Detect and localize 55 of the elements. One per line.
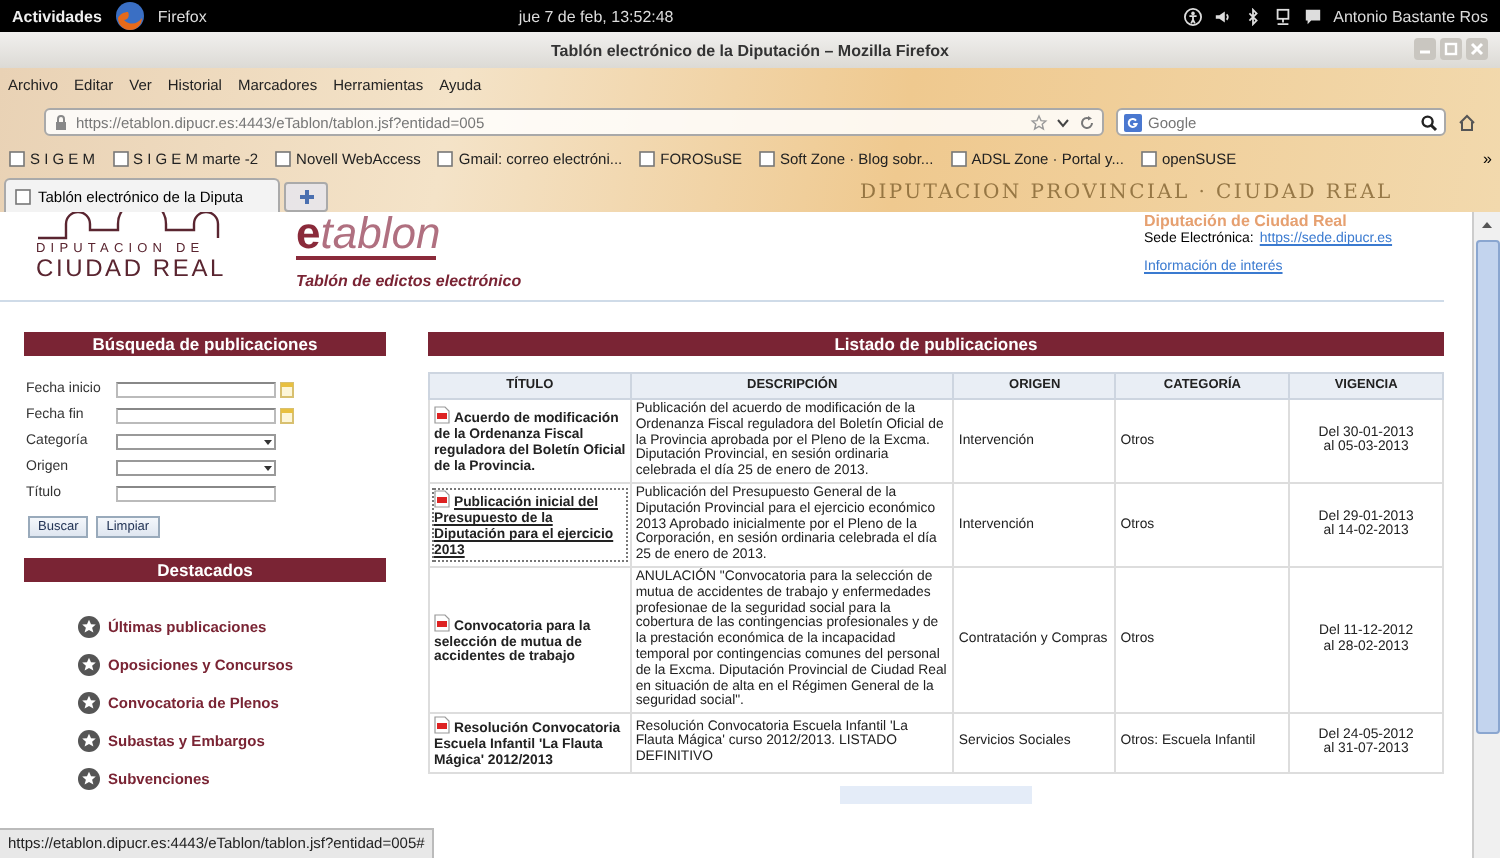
- page-icon: [111, 150, 130, 169]
- star-outline-icon[interactable]: [1030, 113, 1048, 132]
- page-icon: [757, 150, 776, 169]
- date-field[interactable]: [116, 407, 276, 423]
- section-header: Destacados: [24, 558, 386, 582]
- new-tab-button[interactable]: [284, 182, 328, 212]
- plus-icon: [297, 188, 315, 206]
- chat-bubble-icon[interactable]: [1303, 7, 1322, 25]
- app-name[interactable]: Firefox: [157, 7, 207, 25]
- home-icon[interactable]: [1458, 113, 1476, 132]
- pdf-file-icon: [434, 613, 450, 632]
- bluetooth-icon[interactable]: [1243, 7, 1262, 25]
- brand-subtitle: Tablón de edictos electrónico: [296, 272, 522, 290]
- section-header: Listado de publicaciones: [428, 332, 1444, 356]
- reload-icon[interactable]: [1078, 113, 1096, 132]
- section-header: Búsqueda de publicaciones: [24, 332, 386, 356]
- dropdown-caret-icon: [262, 435, 274, 447]
- clock[interactable]: jue 7 de feb, 13:52:48: [518, 7, 1172, 25]
- page-icon: [274, 150, 293, 169]
- network-icon[interactable]: [1273, 7, 1292, 25]
- pdf-file-icon: [434, 490, 450, 509]
- star-icon: [78, 653, 100, 675]
- star-icon: [78, 767, 100, 789]
- page-icon: [638, 150, 657, 169]
- user-name[interactable]: Antonio Bastante Ros: [1333, 7, 1488, 25]
- search-engine-icon[interactable]: [1124, 113, 1142, 132]
- search-icon[interactable]: [1420, 113, 1438, 132]
- text-field[interactable]: [116, 485, 276, 501]
- scrollbar-thumb[interactable]: [1475, 240, 1499, 734]
- select-field[interactable]: [116, 459, 276, 475]
- date-field[interactable]: [116, 381, 276, 397]
- select-field[interactable]: [116, 433, 276, 449]
- volume-icon[interactable]: [1213, 7, 1232, 25]
- more-bookmarks-button[interactable]: »: [1483, 150, 1492, 169]
- page-icon: [949, 150, 968, 169]
- window-title: Tablón electrónico de la Diputación – Mozilla Firefox: [551, 41, 949, 59]
- calendar-icon[interactable]: [280, 407, 294, 423]
- fox-globe-icon: [113, 0, 146, 32]
- star-icon: [78, 691, 100, 713]
- page-icon: [1139, 150, 1158, 169]
- star-icon: [78, 729, 100, 751]
- organization-name: Diputación de Ciudad Real: [1144, 212, 1349, 230]
- pdf-file-icon: [434, 406, 450, 425]
- accessibility-icon[interactable]: [1183, 7, 1202, 25]
- lock-icon: [52, 113, 70, 132]
- pdf-file-icon: [434, 716, 450, 735]
- logo-text: CIUDAD REAL: [36, 256, 226, 280]
- activities-button[interactable]: Actividades: [12, 7, 102, 25]
- calendar-icon[interactable]: [280, 381, 294, 397]
- brand-logo: etablon: [296, 212, 436, 260]
- scrollbar[interactable]: [1472, 212, 1500, 858]
- star-icon: [78, 615, 100, 637]
- theme-banner-text: DIPUTACION PROVINCIAL · CIUDAD REAL: [860, 182, 1393, 204]
- dropdown-caret-icon: [262, 461, 274, 473]
- page-icon: [436, 150, 455, 169]
